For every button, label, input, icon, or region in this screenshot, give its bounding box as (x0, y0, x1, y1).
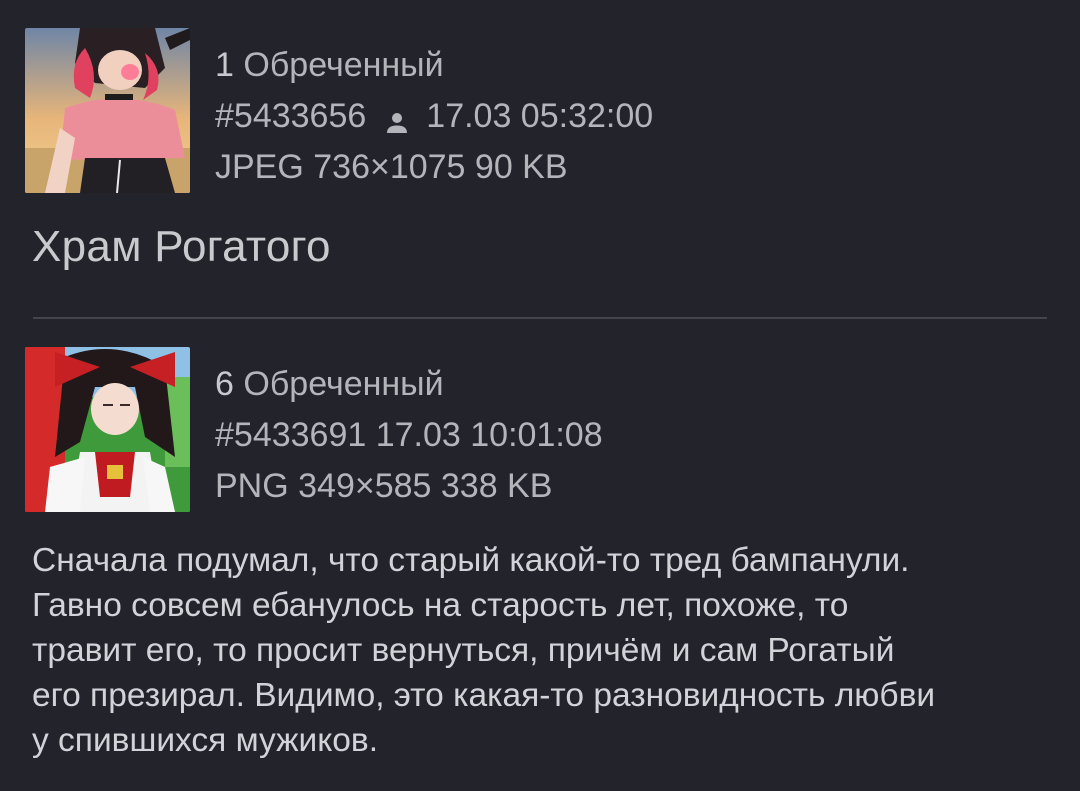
op-post: 1 Обреченный #5433656 17.03 05:32:00 JPE… (25, 28, 653, 193)
post-date: 17.03 05:32:00 (426, 97, 654, 135)
user-icon (382, 102, 412, 133)
post-id[interactable]: #5433656 (215, 91, 366, 142)
post-file-info: JPEG 736×1075 90 KB (215, 148, 568, 186)
thread-subject: Храм Рогатого (32, 222, 331, 271)
post-meta: 6 Обреченный #5433691 17.03 10:01:08 PNG… (215, 359, 603, 512)
post-thumbnail[interactable] (25, 347, 190, 512)
post-id-line: #5433656 17.03 05:32:00 (215, 91, 653, 142)
post-meta: 1 Обреченный #5433656 17.03 05:32:00 JPE… (215, 40, 653, 193)
post-author[interactable]: Обреченный (243, 40, 443, 91)
post-header-line: 6 Обреченный (215, 359, 603, 410)
post-comment: Сначала подумал, что старый какой-то тре… (32, 542, 936, 759)
post-id-line: #5433691 17.03 10:01:08 (215, 410, 603, 461)
post-file-info: PNG 349×585 338 KB (215, 467, 553, 505)
post-author[interactable]: Обреченный (243, 359, 443, 410)
post-thumbnail[interactable] (25, 28, 190, 193)
post-date: 17.03 10:01:08 (375, 416, 603, 454)
post-header-line: 1 Обреченный (215, 40, 653, 91)
reply-post: 6 Обреченный #5433691 17.03 10:01:08 PNG… (25, 347, 603, 512)
post-id[interactable]: #5433691 (215, 410, 366, 461)
post-divider (33, 317, 1047, 319)
post-index: 1 (215, 46, 234, 84)
post-index: 6 (215, 365, 234, 403)
